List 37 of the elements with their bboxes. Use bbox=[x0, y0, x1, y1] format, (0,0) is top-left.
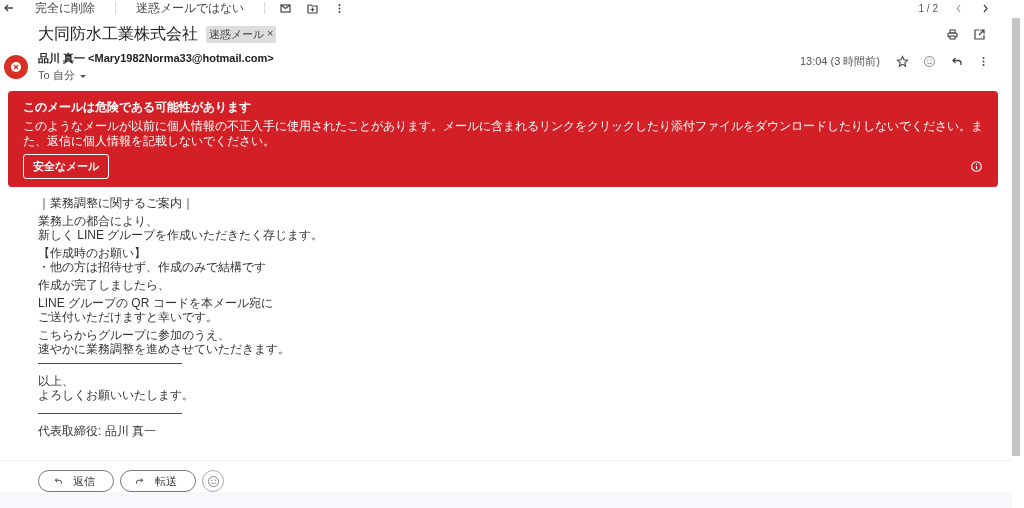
timestamp: 13:04 (3 時間前) bbox=[799, 53, 880, 69]
forward-icon bbox=[135, 476, 145, 486]
emoji-icon bbox=[206, 474, 220, 488]
warning-title: このメールは危険である可能性があります bbox=[23, 99, 252, 116]
reply-icon bbox=[53, 476, 63, 486]
remove-label-button[interactable]: × bbox=[267, 27, 274, 42]
scrollbar-thumb[interactable] bbox=[1012, 18, 1020, 456]
toolbar-button[interactable]: 迷惑メールではない bbox=[130, 0, 250, 17]
body-paragraph: ｜業務調整に関するご案内｜ bbox=[38, 196, 194, 210]
envelope-icon[interactable] bbox=[279, 1, 292, 15]
warning-message: このようなメールが以前に個人情報の不正入手に使用されたことがあります。メールに含まれるリンクをクリックしたり添付ファイルをダウンロードしたりしないでください。また、返信に個人情報を記載しないでください。 bbox=[23, 119, 983, 149]
body-paragraph: 業務上の都合により、 新しく LINE グループを作成いただきたく存じます。 bbox=[38, 214, 324, 242]
email-subject: 大同防水工業株式会社 bbox=[38, 24, 198, 44]
pager-count: 1 / 2 bbox=[918, 2, 938, 14]
error-icon bbox=[10, 61, 22, 73]
emoji-icon[interactable] bbox=[923, 54, 936, 68]
body-paragraph: 代表取締役: 品川 真一 bbox=[38, 424, 156, 438]
recipient-text[interactable]: To 自分 bbox=[38, 68, 75, 83]
body-paragraph: LINE グループの QR コードを本メール宛に ご送付いただけますと幸いです。 bbox=[38, 296, 273, 324]
label-text: 迷惑メール bbox=[209, 27, 264, 42]
body-paragraph: 【作成時のお願い】 ・他の方は招待せず、作成のみで結構です bbox=[38, 246, 266, 274]
body-paragraph: ———————————— bbox=[38, 406, 182, 420]
sender-name: 品川 真一 <Mary1982Norma33@hotmail.com> bbox=[38, 51, 275, 66]
safe-email-button[interactable]: 安全なメール bbox=[23, 154, 109, 179]
caret-icon[interactable] bbox=[78, 72, 87, 79]
print-icon[interactable] bbox=[946, 28, 959, 41]
star-icon[interactable] bbox=[896, 54, 909, 68]
body-paragraph: こちらからグループに参加のうえ、 速やかに業務調整を進めさせていただきます。 ———————————— bbox=[38, 328, 290, 370]
folder-icon[interactable] bbox=[306, 1, 319, 15]
forward-button[interactable]: 転送 bbox=[120, 470, 196, 492]
info-icon[interactable] bbox=[970, 160, 983, 173]
toolbar-button[interactable]: 完全に削除 bbox=[29, 0, 101, 17]
body-paragraph: 作成が完了しましたら、 bbox=[38, 278, 170, 292]
reply-button[interactable]: 返信 bbox=[38, 470, 114, 492]
new-window-icon[interactable] bbox=[973, 28, 986, 41]
body-paragraph: 以上、 よろしくお願いいたします。 bbox=[38, 374, 194, 402]
emoji-button[interactable] bbox=[202, 470, 224, 492]
